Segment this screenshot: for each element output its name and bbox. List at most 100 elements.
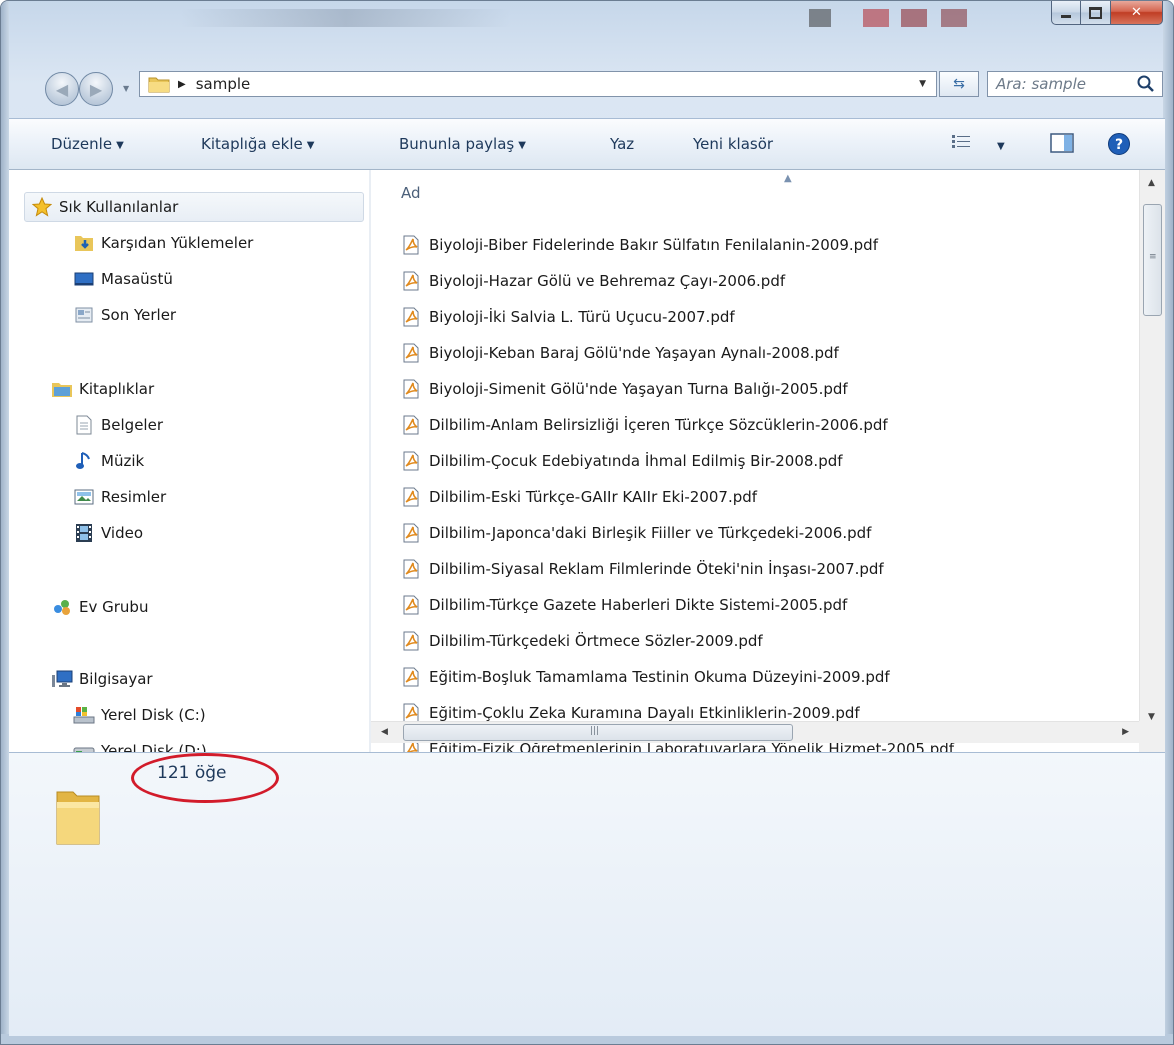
pdf-file-icon	[403, 379, 419, 399]
file-row[interactable]: Eğitim-Boşluk Tamamlama Testinin Okuma D…	[401, 662, 890, 692]
maximize-button[interactable]	[1081, 1, 1111, 25]
pdf-file-icon	[403, 631, 419, 651]
pdf-file-icon	[403, 703, 419, 723]
nav-desktop-label: Masaüstü	[101, 270, 173, 288]
search-box[interactable]: Ara: sample	[987, 71, 1163, 97]
pdf-file-icon	[403, 451, 419, 471]
forward-button[interactable]: ▶	[79, 72, 113, 106]
nav-computer[interactable]: Bilgisayar	[51, 664, 153, 694]
search-icon	[1137, 75, 1154, 92]
file-name: Dilbilim-Eski Türkçe-GAIIr KAIIr Eki-200…	[429, 488, 758, 506]
file-row[interactable]: Biyoloji-İki Salvia L. Türü Uçucu-2007.p…	[401, 302, 735, 332]
nav-libraries-label: Kitaplıklar	[79, 380, 155, 398]
view-options-dropdown[interactable]: ▼	[993, 136, 1005, 154]
file-row[interactable]: Biyoloji-Biber Fidelerinde Bakır Sülfatı…	[401, 230, 878, 260]
nav-documents-label: Belgeler	[101, 416, 163, 434]
recent-places-icon	[73, 304, 95, 326]
file-name: Dilbilim-Çocuk Edebiyatında İhmal Edilmi…	[429, 452, 843, 470]
nav-downloads[interactable]: Karşıdan Yüklemeler	[73, 228, 253, 258]
chevron-down-icon: ▼	[997, 141, 1005, 152]
file-list-pane: ▲ Ad Biyoloji-Biber Fidelerinde Bakır Sü…	[371, 170, 1165, 752]
nav-video[interactable]: Video	[73, 518, 143, 548]
pdf-file-icon	[403, 559, 419, 579]
horizontal-scroll-thumb[interactable]: |||	[403, 724, 793, 741]
title-bar[interactable]: ✕	[1, 1, 1173, 47]
close-button[interactable]: ✕	[1111, 1, 1163, 25]
scroll-left-arrow-icon[interactable]: ◀	[381, 727, 388, 737]
file-row[interactable]: Dilbilim-Siyasal Reklam Filmlerinde Ötek…	[401, 554, 884, 584]
large-folder-icon	[56, 791, 100, 845]
help-button[interactable]: ?	[1107, 132, 1131, 160]
folder-icon	[148, 77, 170, 93]
file-row[interactable]: Dilbilim-Türkçedeki Örtmece Sözler-2009.…	[401, 626, 763, 656]
include-in-library-button[interactable]: Kitaplığa ekle ▼	[201, 135, 314, 153]
file-name: Dilbilim-Japonca'daki Birleşik Fiiller v…	[429, 524, 872, 542]
nav-pictures[interactable]: Resimler	[73, 482, 166, 512]
preview-pane-button[interactable]	[1049, 132, 1075, 158]
file-row[interactable]: Dilbilim-Çocuk Edebiyatında İhmal Edilmi…	[401, 446, 843, 476]
file-row[interactable]: Biyoloji-Simenit Gölü'nde Yaşayan Turna …	[401, 374, 848, 404]
close-icon: ✕	[1131, 5, 1142, 20]
grip-icon: ≡	[1149, 252, 1157, 262]
change-view-button[interactable]	[951, 134, 971, 154]
nav-music[interactable]: Müzik	[73, 446, 144, 476]
nav-libraries[interactable]: Kitaplıklar	[51, 374, 154, 404]
file-row[interactable]: Dilbilim-Eski Türkçe-GAIIr KAIIr Eki-200…	[401, 482, 757, 512]
file-row[interactable]: Dilbilim-Türkçe Gazete Haberleri Dikte S…	[401, 590, 847, 620]
refresh-button[interactable]: ⇆	[939, 71, 979, 97]
nav-desktop[interactable]: Masaüstü	[73, 264, 173, 294]
vertical-scroll-thumb[interactable]: ≡	[1143, 204, 1162, 316]
item-count: 121 öğe	[157, 763, 227, 783]
column-header-name[interactable]: Ad	[401, 184, 421, 202]
file-name: Dilbilim-Türkçe Gazete Haberleri Dikte S…	[429, 596, 848, 614]
organize-button[interactable]: Düzenle ▼	[51, 135, 124, 153]
nav-documents[interactable]: Belgeler	[73, 410, 163, 440]
organize-label: Düzenle	[51, 135, 113, 153]
file-name: Biyoloji-Hazar Gölü ve Behremaz Çayı-200…	[429, 272, 786, 290]
minimize-button[interactable]	[1051, 1, 1081, 25]
file-row[interactable]: Dilbilim-Japonca'daki Birleşik Fiiller v…	[401, 518, 871, 548]
libraries-icon	[51, 378, 73, 400]
nav-favorites[interactable]: Sık Kullanılanlar	[31, 192, 178, 222]
file-row[interactable]: Dilbilim-Anlam Belirsizliği İçeren Türkç…	[401, 410, 888, 440]
vertical-scrollbar[interactable]: ▲ ≡ ▼	[1139, 170, 1165, 752]
horizontal-scrollbar[interactable]: ◀ ||| ▶	[371, 721, 1139, 743]
command-bar: Düzenle ▼ Kitaplığa ekle ▼ Bununla paylaş ▼…	[9, 118, 1165, 170]
scroll-up-arrow-icon[interactable]: ▲	[1148, 178, 1155, 188]
share-with-label: Bununla paylaş	[399, 135, 515, 153]
file-name: Eğitim-Boşluk Tamamlama Testinin Okuma D…	[429, 668, 890, 686]
file-row[interactable]: Biyoloji-Hazar Gölü ve Behremaz Çayı-200…	[401, 266, 785, 296]
file-name: Dilbilim-Türkçedeki Örtmece Sözler-2009.…	[429, 632, 763, 650]
address-bar[interactable]: ▶ sample ▼	[139, 71, 937, 97]
nav-disk-c-label: Yerel Disk (C:)	[101, 706, 206, 724]
new-folder-button[interactable]: Yeni klasör	[693, 135, 773, 153]
minimize-icon	[1061, 15, 1071, 18]
pdf-file-icon	[403, 235, 419, 255]
search-input[interactable]: Ara: sample	[996, 75, 1136, 93]
recent-pages-dropdown[interactable]: ▼	[123, 84, 129, 93]
breadcrumb-current[interactable]: sample	[196, 75, 251, 93]
back-button[interactable]: ◀	[45, 72, 79, 106]
burn-button[interactable]: Yaz	[610, 135, 634, 153]
file-row[interactable]: Biyoloji-Keban Baraj Gölü'nde Yaşayan Ay…	[401, 338, 839, 368]
nav-homegroup[interactable]: Ev Grubu	[51, 592, 148, 622]
system-drive-icon	[73, 704, 95, 726]
address-history-dropdown[interactable]: ▼	[919, 79, 926, 89]
scroll-right-arrow-icon[interactable]: ▶	[1122, 727, 1129, 737]
share-with-button[interactable]: Bununla paylaş ▼	[399, 135, 526, 153]
computer-icon	[51, 668, 73, 690]
nav-disk-c[interactable]: Yerel Disk (C:)	[73, 700, 206, 730]
file-name: Biyoloji-İki Salvia L. Türü Uçucu-2007.p…	[429, 308, 735, 326]
file-name: Biyoloji-Keban Baraj Gölü'nde Yaşayan Ay…	[429, 344, 839, 362]
help-icon: ?	[1108, 133, 1130, 155]
video-film-icon	[73, 522, 95, 544]
chevron-down-icon: ▼	[518, 140, 526, 151]
nav-pictures-label: Resimler	[101, 488, 167, 506]
nav-recent-places[interactable]: Son Yerler	[73, 300, 176, 330]
pdf-file-icon	[403, 307, 419, 327]
file-name: Biyoloji-Simenit Gölü'nde Yaşayan Turna …	[429, 380, 848, 398]
breadcrumb-separator-icon[interactable]: ▶	[178, 79, 186, 90]
title-reflection	[941, 9, 967, 27]
pdf-file-icon	[403, 271, 419, 291]
maximize-icon	[1089, 6, 1102, 19]
